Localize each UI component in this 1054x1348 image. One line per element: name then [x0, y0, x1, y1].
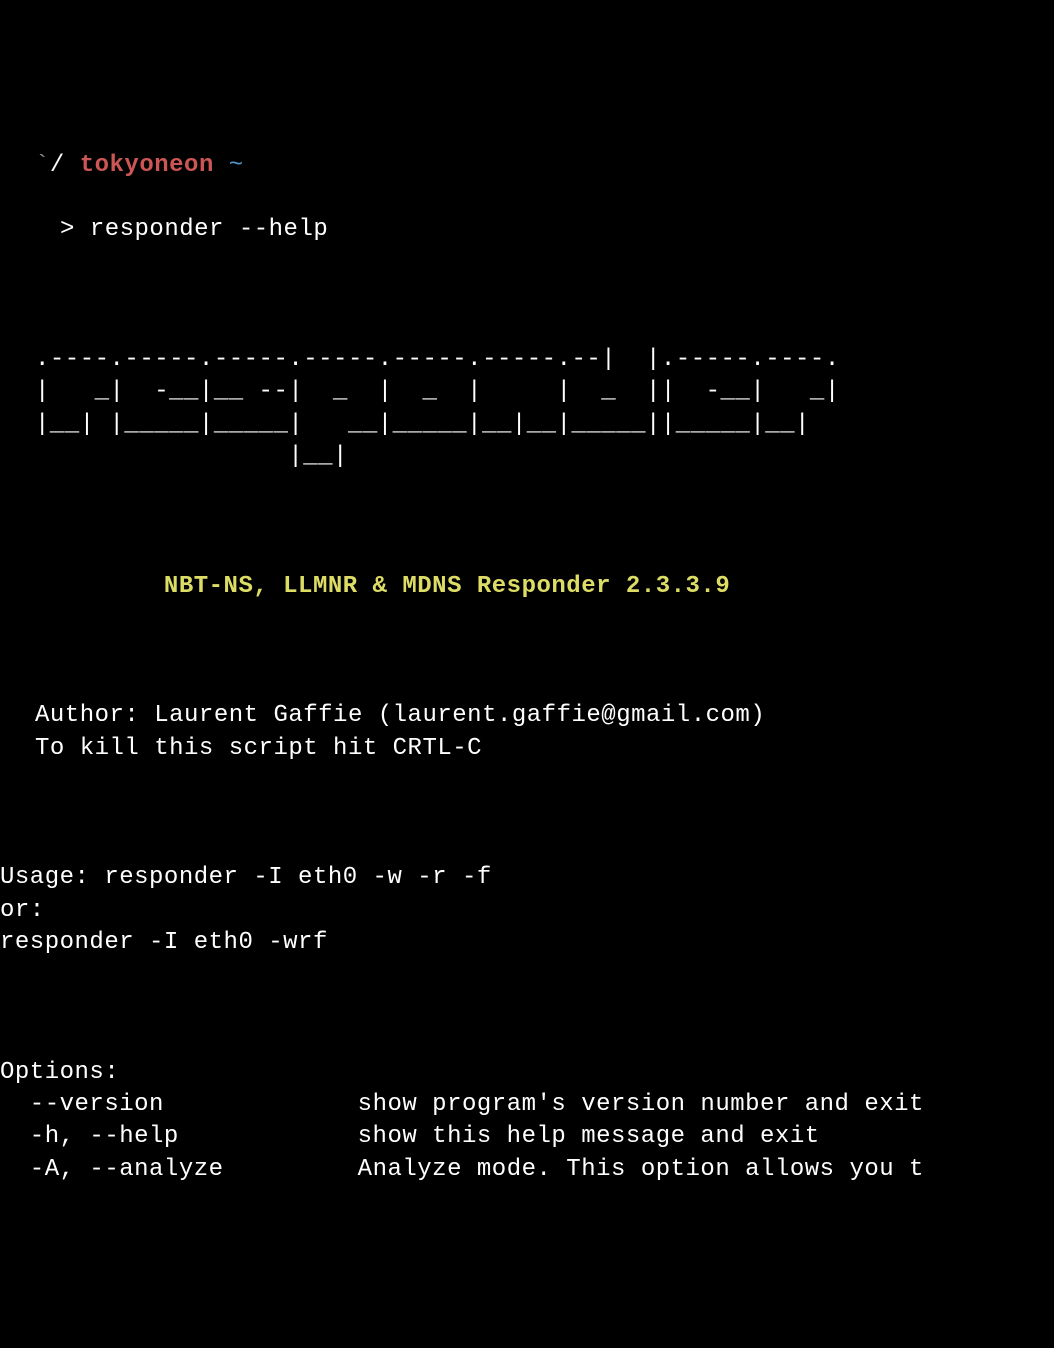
- prompt-username: tokyoneon: [80, 152, 214, 179]
- blank-line: [0, 506, 1054, 538]
- prompt-backtick: `: [35, 152, 50, 179]
- command-input-line[interactable]: > responder --help: [0, 214, 1054, 246]
- usage-line-1: Usage: responder -I eth0 -w -r -f: [0, 864, 492, 891]
- command-text: responder --help: [90, 216, 328, 243]
- prompt-arrow: >: [60, 216, 75, 243]
- options-section: Options: --version show program's versio…: [0, 1057, 1054, 1187]
- usage-line-2: or:: [0, 897, 45, 924]
- options-header: Options:: [0, 1059, 119, 1086]
- option-version: --version show program's version number …: [0, 1091, 924, 1118]
- prompt-slash: /: [50, 152, 65, 179]
- ascii-line-3: |__| |_____|_____| __|_____|__|__|_____|…: [35, 411, 810, 438]
- shell-prompt: `/ tokyoneon ~: [0, 130, 1054, 182]
- program-title: NBT-NS, LLMNR & MDNS Responder 2.3.3.9: [0, 571, 1054, 603]
- ascii-line-4: |__|: [35, 443, 348, 470]
- author-line: Author: Laurent Gaffie (laurent.gaffie@g…: [35, 702, 765, 729]
- prompt-cwd: ~: [229, 152, 244, 179]
- ascii-banner: .----.-----.-----.-----.-----.-----.--| …: [0, 344, 1054, 474]
- ascii-line-2: | _| -__|__ --| _ | _ | | _ || -__| _|: [35, 378, 840, 405]
- usage-line-3: responder -I eth0 -wrf: [0, 929, 328, 956]
- blank-line: [0, 635, 1054, 667]
- option-analyze: -A, --analyze Analyze mode. This option …: [0, 1156, 924, 1183]
- author-info: Author: Laurent Gaffie (laurent.gaffie@g…: [0, 700, 1054, 765]
- ascii-line-1: .----.-----.-----.-----.-----.-----.--| …: [35, 346, 840, 373]
- usage-section: Usage: responder -I eth0 -w -r -f or: re…: [0, 862, 1054, 959]
- blank-line: [0, 797, 1054, 829]
- blank-line: [0, 992, 1054, 1024]
- option-help: -h, --help show this help message and ex…: [0, 1123, 820, 1150]
- blank-line: [0, 279, 1054, 311]
- kill-instruction: To kill this script hit CRTL-C: [35, 735, 482, 762]
